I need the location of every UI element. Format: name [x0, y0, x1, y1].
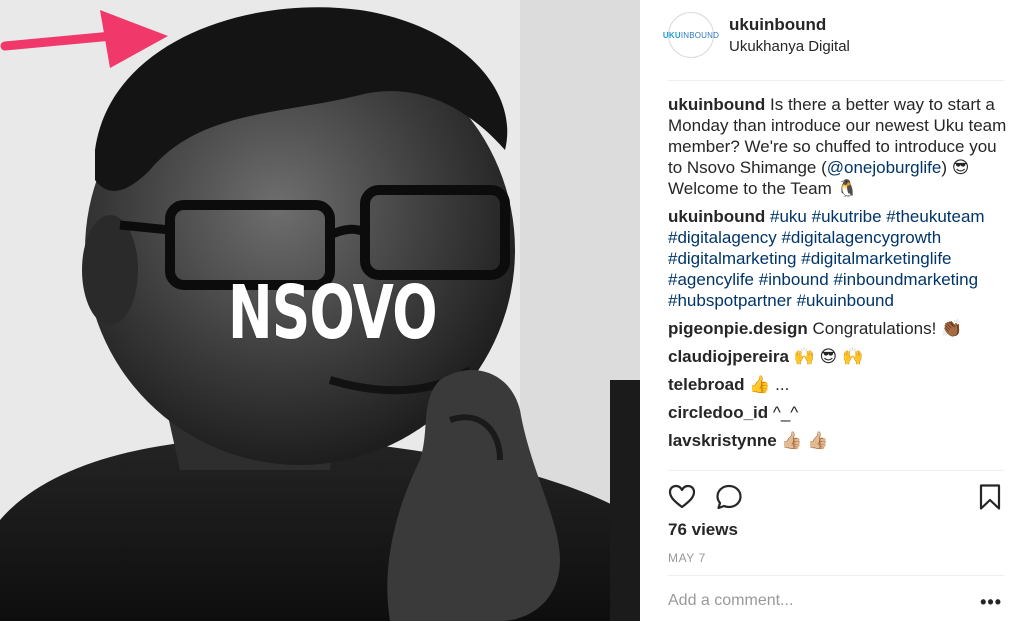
- hashtag-link[interactable]: #inbound: [759, 270, 829, 289]
- comment-input[interactable]: [668, 589, 968, 613]
- overlay-name-text: NSOVO: [228, 270, 438, 356]
- hashtag-link[interactable]: #ukutribe: [812, 207, 882, 226]
- hashtag-comment: ukuinbound #uku #ukutribe #theukuteam #d…: [668, 206, 1008, 311]
- hashtag-link[interactable]: #digitalagency: [668, 228, 777, 247]
- comment-username[interactable]: claudiojpereira: [668, 347, 789, 366]
- comment-text: 🙌 😎 🙌: [793, 347, 864, 366]
- hashtag-link[interactable]: #digitalmarketing: [668, 249, 797, 268]
- hashtag-link[interactable]: #inboundmarketing: [833, 270, 978, 289]
- post-media[interactable]: NSOVO: [0, 0, 640, 621]
- hashtag-link[interactable]: #hubspotpartner: [668, 291, 792, 310]
- comment-text: 👍🏼 👍🏼: [781, 431, 829, 450]
- hashtag-link[interactable]: #ukuinbound: [797, 291, 894, 310]
- add-comment-bar: •••: [668, 575, 1004, 622]
- comment-bubble-icon[interactable]: [715, 483, 743, 511]
- list-item: claudiojpereira 🙌 😎 🙌: [668, 346, 1008, 367]
- annotation-arrow-icon: [0, 10, 168, 68]
- post-side-panel: UKUINBOUND ukuinbound Ukukhanya Digital …: [640, 0, 1024, 621]
- avatar[interactable]: UKUINBOUND: [663, 12, 719, 58]
- comment-text: ^_^: [772, 403, 799, 422]
- list-item: pigeonpie.design Congratulations! 👏🏾: [668, 318, 1008, 339]
- hashtag-link[interactable]: #theukuteam: [886, 207, 984, 226]
- bookmark-icon[interactable]: [976, 483, 1004, 511]
- list-item: telebroad 👍 ...: [668, 374, 1008, 395]
- comment-username[interactable]: lavskristynne: [668, 431, 777, 450]
- more-options-icon[interactable]: •••: [980, 592, 1002, 613]
- hashtag-link[interactable]: #digitalmarketinglife: [801, 249, 951, 268]
- post-actions: 76 views MAY 7: [668, 470, 1004, 575]
- post-header: UKUINBOUND ukuinbound Ukukhanya Digital: [663, 10, 1004, 81]
- list-item: lavskristynne 👍🏼 👍🏼: [668, 430, 1008, 451]
- views-count[interactable]: 76 views: [668, 520, 738, 540]
- comment-username[interactable]: ukuinbound: [668, 207, 765, 226]
- heart-icon[interactable]: [668, 483, 696, 511]
- comment-username[interactable]: circledoo_id: [668, 403, 768, 422]
- list-item: circledoo_id ^_^: [668, 402, 1008, 423]
- comment-username[interactable]: ukuinbound: [668, 95, 765, 114]
- comments-list[interactable]: ukuinbound Is there a better way to star…: [668, 94, 1008, 470]
- post-username[interactable]: ukuinbound: [729, 15, 826, 35]
- comment-username[interactable]: pigeonpie.design: [668, 319, 808, 338]
- comment-username[interactable]: telebroad: [668, 375, 745, 394]
- post-date[interactable]: MAY 7: [668, 551, 706, 565]
- hashtag-link[interactable]: #digitalagencygrowth: [781, 228, 941, 247]
- comment-text: Congratulations! 👏🏾: [812, 319, 963, 338]
- post-location[interactable]: Ukukhanya Digital: [729, 38, 850, 55]
- caption-comment: ukuinbound Is there a better way to star…: [668, 94, 1008, 199]
- mention-link[interactable]: @onejoburglife: [827, 158, 942, 177]
- comment-text: 👍 ...: [749, 375, 790, 394]
- brand-logo: UKUINBOUND: [662, 30, 720, 40]
- hashtag-link[interactable]: #agencylife: [668, 270, 754, 289]
- hashtag-link[interactable]: #uku: [770, 207, 807, 226]
